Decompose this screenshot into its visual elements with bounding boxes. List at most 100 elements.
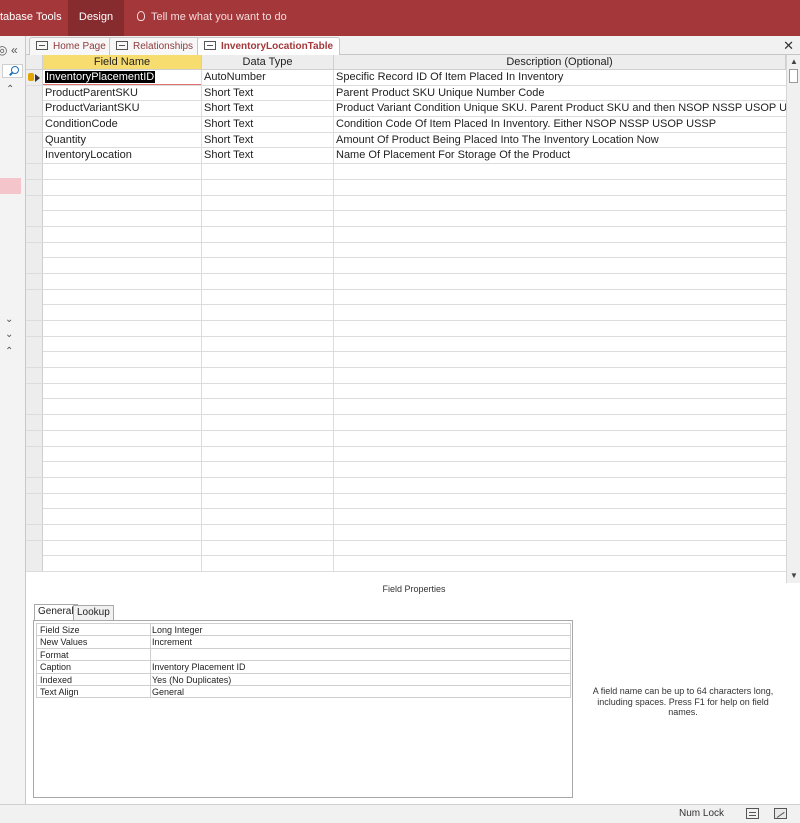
data-type-cell[interactable]: Short Text: [202, 132, 334, 148]
description-cell[interactable]: [334, 431, 786, 446]
table-row[interactable]: Quantity Short Text Amount Of Product Bein…: [26, 132, 786, 149]
field-name-cell[interactable]: [43, 352, 202, 368]
scroll-down-icon[interactable]: ▼: [789, 571, 799, 581]
field-name-cell[interactable]: [43, 164, 202, 180]
field-name-cell[interactable]: [43, 540, 202, 556]
row-selector[interactable]: [26, 211, 43, 227]
data-type-cell[interactable]: [202, 273, 334, 289]
data-type-cell[interactable]: [202, 352, 334, 368]
field-name-cell[interactable]: [43, 368, 202, 384]
description-cell[interactable]: [334, 384, 786, 399]
data-type-cell[interactable]: [202, 305, 334, 321]
data-type-cell[interactable]: AutoNumber: [202, 70, 334, 85]
description-cell[interactable]: [334, 274, 786, 289]
description-cell[interactable]: [334, 321, 786, 336]
field-name-cell[interactable]: ProductParentSKU: [43, 85, 202, 101]
field-name-cell[interactable]: [43, 336, 202, 352]
property-value[interactable]: Long Integer: [150, 624, 574, 636]
data-type-cell[interactable]: Short Text: [202, 148, 334, 164]
table-row[interactable]: [26, 179, 786, 196]
grid-scrollbar[interactable]: ▲ ▼: [786, 55, 800, 583]
row-selector[interactable]: [26, 368, 43, 384]
table-row[interactable]: [26, 273, 786, 290]
description-cell[interactable]: [334, 509, 786, 524]
field-name-cell[interactable]: [43, 415, 202, 431]
table-row[interactable]: [26, 195, 786, 212]
table-row[interactable]: [26, 399, 786, 416]
description-cell[interactable]: [334, 227, 786, 242]
collapse-nav-icon[interactable]: «: [11, 44, 18, 56]
description-cell[interactable]: [334, 180, 786, 195]
row-selector[interactable]: [26, 70, 43, 85]
row-selector[interactable]: [26, 179, 43, 195]
row-selector[interactable]: [26, 117, 43, 133]
data-type-cell[interactable]: [202, 179, 334, 195]
row-selector[interactable]: [26, 258, 43, 274]
data-type-cell[interactable]: [202, 336, 334, 352]
doc-tab-home-page[interactable]: Home Page: [29, 37, 113, 55]
description-cell[interactable]: [334, 462, 786, 477]
data-type-cell[interactable]: [202, 446, 334, 462]
row-selector[interactable]: [26, 289, 43, 305]
doc-tab-relationships[interactable]: Relationships: [109, 37, 201, 55]
field-name-cell[interactable]: [43, 179, 202, 195]
description-cell[interactable]: [334, 368, 786, 383]
description-cell[interactable]: [334, 211, 786, 226]
tab-design[interactable]: Design: [68, 0, 124, 36]
property-value[interactable]: Inventory Placement ID: [150, 661, 574, 674]
row-selector[interactable]: [26, 148, 43, 164]
field-name-cell[interactable]: Quantity: [43, 132, 202, 148]
field-name-cell[interactable]: [43, 493, 202, 509]
row-selector[interactable]: [26, 321, 43, 336]
data-type-cell[interactable]: [202, 321, 334, 336]
property-row[interactable]: Format: [37, 648, 570, 662]
row-selector[interactable]: [26, 446, 43, 462]
description-cell[interactable]: [334, 290, 786, 305]
row-selector[interactable]: [26, 336, 43, 352]
description-cell[interactable]: [334, 447, 786, 462]
field-name-cell[interactable]: [43, 226, 202, 242]
data-type-cell[interactable]: [202, 415, 334, 431]
open-nav-icon[interactable]: ◎: [0, 44, 7, 56]
table-row[interactable]: [26, 477, 786, 494]
description-cell[interactable]: [334, 494, 786, 509]
data-type-cell[interactable]: [202, 242, 334, 258]
row-selector[interactable]: [26, 195, 43, 211]
data-type-cell[interactable]: [202, 399, 334, 415]
table-row[interactable]: [26, 164, 786, 180]
field-name-cell[interactable]: [43, 509, 202, 525]
field-name-cell[interactable]: [43, 305, 202, 321]
data-type-cell[interactable]: [202, 211, 334, 227]
field-name-cell[interactable]: [43, 524, 202, 540]
row-selector-header[interactable]: [26, 55, 43, 70]
scroll-thumb[interactable]: [789, 69, 798, 83]
table-row[interactable]: ProductParentSKU Short Text Parent Product…: [26, 85, 786, 102]
row-selector[interactable]: [26, 462, 43, 478]
data-type-cell[interactable]: [202, 493, 334, 509]
table-row[interactable]: [26, 211, 786, 227]
tab-general[interactable]: General: [34, 604, 78, 620]
row-selector[interactable]: [26, 132, 43, 148]
row-selector[interactable]: [26, 540, 43, 556]
field-name-cell[interactable]: [43, 321, 202, 336]
chevron-up-icon[interactable]: ⌃: [5, 346, 13, 358]
table-row[interactable]: [26, 383, 786, 400]
description-cell[interactable]: [334, 337, 786, 352]
description-cell[interactable]: Name Of Placement For Storage Of the Pro…: [334, 148, 786, 163]
property-row[interactable]: New Values Increment: [37, 636, 570, 649]
data-type-cell[interactable]: Short Text: [202, 117, 334, 133]
data-type-cell[interactable]: [202, 540, 334, 556]
row-selector[interactable]: [26, 556, 43, 572]
description-cell[interactable]: Product Variant Condition Unique SKU. Pa…: [334, 101, 786, 116]
row-selector[interactable]: [26, 524, 43, 540]
table-row[interactable]: [26, 289, 786, 306]
datasheet-view-icon[interactable]: [746, 808, 759, 819]
field-name-cell[interactable]: [43, 273, 202, 289]
data-type-cell[interactable]: [202, 430, 334, 446]
table-row[interactable]: [26, 321, 786, 337]
chevron-down-icon[interactable]: ⌄: [5, 314, 13, 326]
table-row[interactable]: [26, 509, 786, 525]
description-cell[interactable]: [334, 478, 786, 493]
row-selector[interactable]: [26, 509, 43, 525]
table-row[interactable]: InventoryLocation Short Text Name Of Place…: [26, 148, 786, 165]
